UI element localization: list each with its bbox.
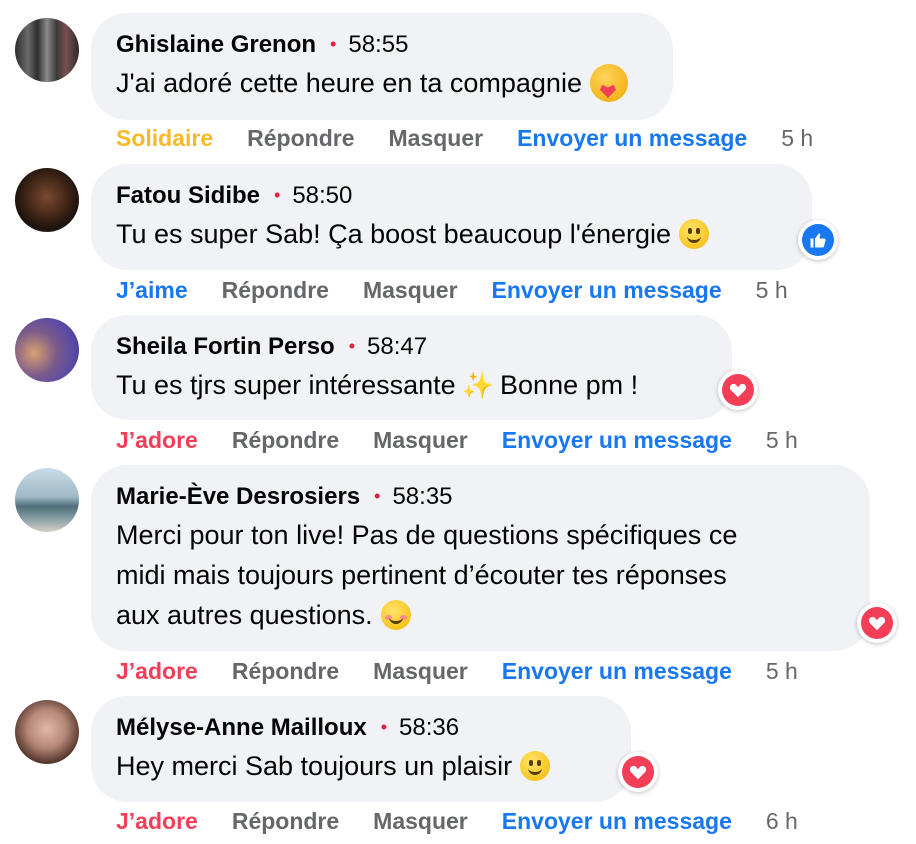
reply-button[interactable]: Répondre: [232, 427, 339, 454]
comment-bubble: Ghislaine Grenon • 58:55 J'ai adoré cett…: [91, 13, 673, 120]
send-message-button[interactable]: Envoyer un message: [492, 277, 722, 304]
comment-bubble: Sheila Fortin Perso • 58:47 Tu es tjrs s…: [91, 315, 732, 420]
smile-emoji: [520, 751, 551, 781]
separator-dot: •: [348, 336, 356, 356]
separator-dot: •: [380, 717, 388, 737]
comment-text: Tu es tjrs super intéressante ✨ Bonne pm !: [116, 365, 706, 405]
comment-timestamp[interactable]: 58:47: [367, 333, 427, 361]
reaction-button[interactable]: J’aime: [116, 277, 188, 304]
comment-author[interactable]: Mélyse-Anne Mailloux: [116, 714, 367, 742]
blush-emoji: [380, 600, 411, 630]
reply-button[interactable]: Répondre: [247, 125, 354, 152]
avatar[interactable]: [15, 318, 79, 382]
comment-timestamp[interactable]: 58:55: [348, 31, 408, 59]
send-message-button[interactable]: Envoyer un message: [502, 427, 732, 454]
love-icon: [622, 756, 654, 788]
avatar[interactable]: [15, 468, 79, 532]
love-reaction-badge[interactable]: [718, 370, 758, 410]
comment-age[interactable]: 5 h: [756, 277, 788, 304]
comment-text: Hey merci Sab toujours un plaisir: [116, 746, 605, 786]
comment-age[interactable]: 6 h: [766, 808, 798, 835]
comment-author[interactable]: Marie-Ève Desrosiers: [116, 483, 360, 511]
love-icon: [722, 374, 754, 406]
comment-text: J'ai adoré cette heure en ta compagnie: [116, 63, 647, 103]
send-message-button[interactable]: Envoyer un message: [517, 125, 747, 152]
avatar[interactable]: [15, 168, 79, 232]
like-icon: [802, 224, 834, 256]
hide-button[interactable]: Masquer: [373, 658, 468, 685]
hide-button[interactable]: Masquer: [363, 277, 458, 304]
comment-author[interactable]: Fatou Sidibe: [116, 182, 260, 210]
comment-age[interactable]: 5 h: [766, 427, 798, 454]
reply-button[interactable]: Répondre: [232, 808, 339, 835]
reaction-button[interactable]: J’adore: [116, 658, 198, 685]
love-icon: [861, 607, 893, 639]
comment-author[interactable]: Ghislaine Grenon: [116, 31, 316, 59]
comment-actions: J’adore Répondre Masquer Envoyer un mess…: [116, 808, 798, 835]
comment-bubble: Marie-Ève Desrosiers • 58:35 Merci pour …: [91, 465, 870, 651]
reply-button[interactable]: Répondre: [222, 277, 329, 304]
comment-author[interactable]: Sheila Fortin Perso: [116, 333, 335, 361]
love-reaction-badge[interactable]: [618, 752, 658, 792]
hide-button[interactable]: Masquer: [389, 125, 484, 152]
comment-bubble: Fatou Sidibe • 58:50 Tu es super Sab! Ça…: [91, 164, 812, 270]
separator-dot: •: [274, 185, 281, 205]
comment-text: Merci pour ton live! Pas de questions sp…: [116, 520, 738, 630]
separator-dot: •: [374, 486, 381, 506]
separator-dot: •: [330, 34, 337, 54]
like-reaction-badge[interactable]: [798, 220, 838, 260]
love-reaction-badge[interactable]: [857, 603, 897, 643]
comment-bubble: Mélyse-Anne Mailloux • 58:36 Hey merci S…: [91, 696, 631, 802]
comment-actions: J’adore Répondre Masquer Envoyer un mess…: [116, 658, 798, 685]
comment-actions: J’adore Répondre Masquer Envoyer un mess…: [116, 427, 798, 454]
comment-timestamp[interactable]: 58:35: [392, 483, 452, 511]
avatar[interactable]: [15, 18, 79, 82]
comment-timestamp[interactable]: 58:36: [399, 714, 459, 742]
send-message-button[interactable]: Envoyer un message: [502, 658, 732, 685]
comment-actions: J’aime Répondre Masquer Envoyer un messa…: [116, 277, 788, 304]
send-message-button[interactable]: Envoyer un message: [502, 808, 732, 835]
hide-button[interactable]: Masquer: [373, 808, 468, 835]
sparkles-emoji: ✨: [461, 370, 495, 400]
comment-age[interactable]: 5 h: [781, 125, 813, 152]
comment-actions: Solidaire Répondre Masquer Envoyer un me…: [116, 125, 813, 152]
reaction-button[interactable]: Solidaire: [116, 125, 213, 152]
comment-age[interactable]: 5 h: [766, 658, 798, 685]
avatar[interactable]: [15, 700, 79, 764]
care-emoji: [589, 64, 628, 102]
comment-text: Tu es super Sab! Ça boost beaucoup l'éne…: [116, 214, 786, 254]
hide-button[interactable]: Masquer: [373, 427, 468, 454]
reaction-button[interactable]: J’adore: [116, 808, 198, 835]
comment-timestamp[interactable]: 58:50: [292, 182, 352, 210]
smile-emoji: [679, 219, 710, 249]
reply-button[interactable]: Répondre: [232, 658, 339, 685]
reaction-button[interactable]: J’adore: [116, 427, 198, 454]
